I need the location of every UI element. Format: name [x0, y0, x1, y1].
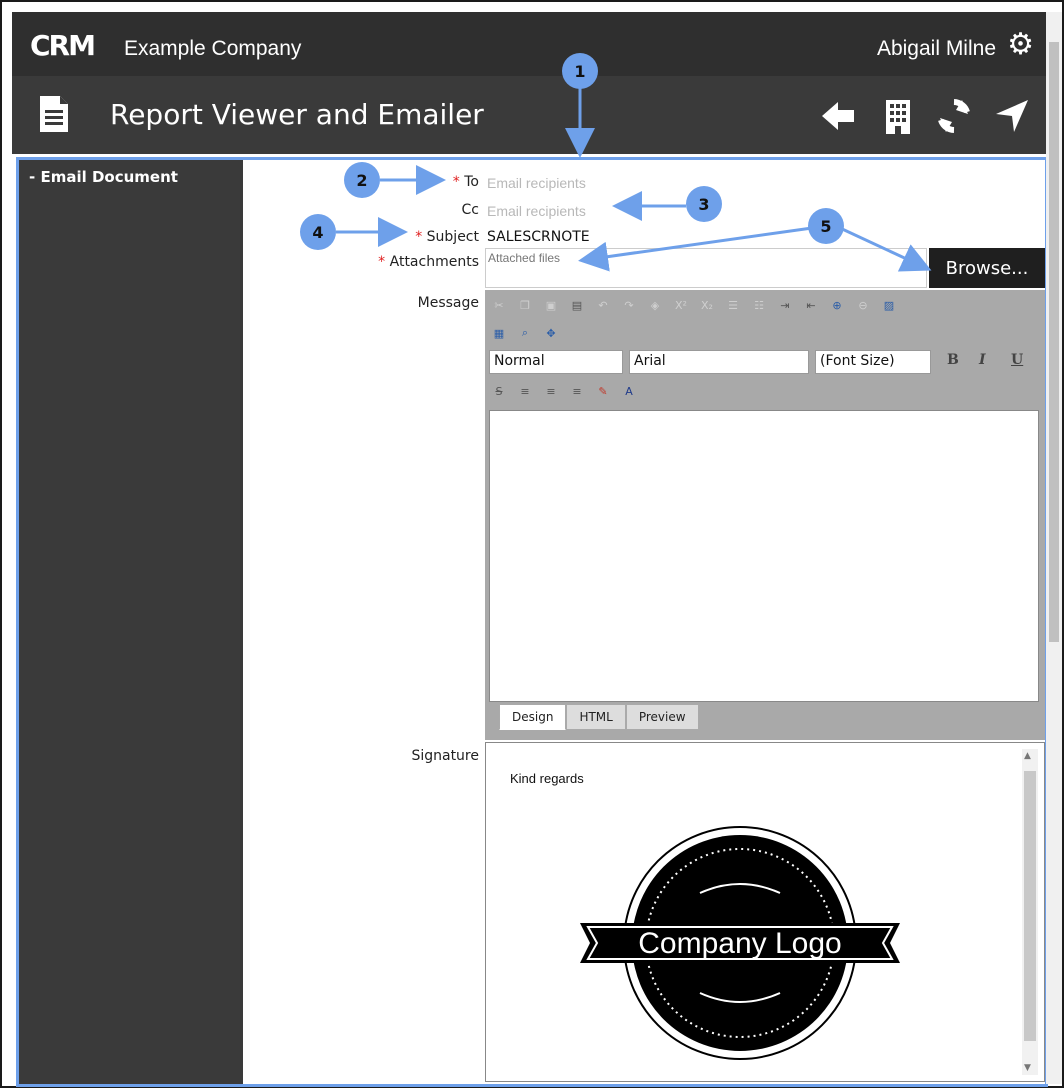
align-left-icon[interactable]: ≡	[515, 382, 535, 400]
format-select[interactable]: Normal	[489, 350, 623, 374]
tab-html[interactable]: HTML	[566, 704, 626, 730]
cc-label: Cc	[461, 202, 479, 218]
table-icon[interactable]: ▦	[489, 324, 509, 342]
underline-button[interactable]: U	[1011, 352, 1023, 368]
subject-label: * Subject	[415, 229, 479, 245]
cc-field[interactable]: Email recipients	[487, 203, 586, 219]
copy-icon[interactable]: ❐	[515, 296, 535, 314]
annotation-2: 2	[344, 162, 380, 198]
signature-editor[interactable]: Kind regards Company Logo ▲ ▼	[485, 742, 1045, 1082]
sidebar: - Email Document	[19, 160, 243, 1084]
app-frame: CRM Example Company Abigail Milne ⚙ Repo…	[0, 0, 1064, 1088]
message-label: Message	[417, 295, 479, 311]
editor-toolbar-row-2: ▦ ⌕ ✥	[489, 320, 561, 346]
message-editor: ✂ ❐ ▣ ▤ ↶ ↷ ◈ X² X₂ ☰ ☷ ⇥ ⇤ ⊕ ⊖ ▨ ▦ ⌕ ✥	[485, 290, 1045, 740]
font-color-icon[interactable]: A	[619, 382, 639, 400]
attachments-label: * Attachments	[378, 254, 479, 270]
page-title: Report Viewer and Emailer	[110, 98, 484, 131]
logo-text: Company Logo	[638, 927, 841, 960]
font-select[interactable]: Arial	[629, 350, 809, 374]
user-name[interactable]: Abigail Milne	[877, 37, 996, 61]
paste-icon[interactable]: ▣	[541, 296, 561, 314]
building-icon[interactable]	[878, 96, 918, 136]
unlink-icon[interactable]: ⊖	[853, 296, 873, 314]
refresh-icon[interactable]	[934, 96, 974, 136]
annotation-3: 3	[686, 186, 722, 222]
back-arrow-icon[interactable]	[818, 96, 858, 136]
company-name: Example Company	[124, 37, 302, 60]
highlight-color-icon[interactable]: ✎	[593, 382, 613, 400]
spellcheck-icon[interactable]: ◈	[645, 296, 665, 314]
bold-button[interactable]: B	[947, 352, 959, 368]
editor-toolbar-row-1: ✂ ❐ ▣ ▤ ↶ ↷ ◈ X² X₂ ☰ ☷ ⇥ ⇤ ⊕ ⊖ ▨	[489, 292, 899, 318]
superscript-icon[interactable]: X²	[671, 296, 691, 314]
to-label: * To	[452, 174, 479, 190]
outdent-icon[interactable]: ⇤	[801, 296, 821, 314]
gear-icon[interactable]: ⚙	[1007, 30, 1034, 60]
annotation-1: 1	[562, 53, 598, 89]
company-logo: Company Logo	[580, 826, 900, 1060]
title-bar: Report Viewer and Emailer	[12, 76, 1046, 154]
editor-tabs: Design HTML Preview	[499, 704, 699, 730]
annotation-5: 5	[808, 208, 844, 244]
find-icon[interactable]: ⌕	[515, 324, 535, 342]
annotation-4: 4	[300, 214, 336, 250]
tab-design[interactable]: Design	[499, 704, 567, 730]
signature-label: Signature	[411, 748, 479, 764]
link-icon[interactable]: ⊕	[827, 296, 847, 314]
browse-button[interactable]: Browse...	[929, 248, 1045, 288]
sidebar-item-email-document[interactable]: - Email Document	[29, 168, 178, 186]
subject-field[interactable]: SALESCRNOTE	[487, 229, 590, 245]
ordered-list-icon[interactable]: ☰	[723, 296, 743, 314]
signature-scrollbar[interactable]: ▲ ▼	[1022, 749, 1038, 1075]
image-icon[interactable]: ▨	[879, 296, 899, 314]
unordered-list-icon[interactable]: ☷	[749, 296, 769, 314]
italic-button[interactable]: I	[979, 352, 986, 368]
navigate-icon[interactable]	[992, 96, 1032, 136]
editor-toolbar-row-3: S ≡ ≡ ≡ ✎ A	[489, 378, 639, 404]
signature-text: Kind regards	[510, 771, 584, 786]
indent-icon[interactable]: ⇥	[775, 296, 795, 314]
fullscreen-icon[interactable]: ✥	[541, 324, 561, 342]
paste-special-icon[interactable]: ▤	[567, 296, 587, 314]
email-form-panel: - Email Document * To Email recipients C…	[16, 157, 1048, 1087]
cut-icon[interactable]: ✂	[489, 296, 509, 314]
crm-logo: CRM	[30, 29, 96, 62]
subscript-icon[interactable]: X₂	[697, 296, 717, 314]
redo-icon[interactable]: ↷	[619, 296, 639, 314]
align-center-icon[interactable]: ≡	[541, 382, 561, 400]
align-right-icon[interactable]: ≡	[567, 382, 587, 400]
tab-preview[interactable]: Preview	[625, 704, 699, 730]
to-field[interactable]: Email recipients	[487, 175, 586, 191]
font-size-select[interactable]: (Font Size)	[815, 350, 931, 374]
document-icon	[40, 96, 68, 132]
attachments-field[interactable]: Attached files	[485, 248, 927, 288]
undo-icon[interactable]: ↶	[593, 296, 613, 314]
top-bar: CRM Example Company Abigail Milne ⚙	[12, 12, 1046, 76]
strikethrough-icon[interactable]: S	[489, 382, 509, 400]
page-scrollbar[interactable]	[1046, 12, 1062, 1084]
message-body[interactable]	[489, 410, 1039, 702]
